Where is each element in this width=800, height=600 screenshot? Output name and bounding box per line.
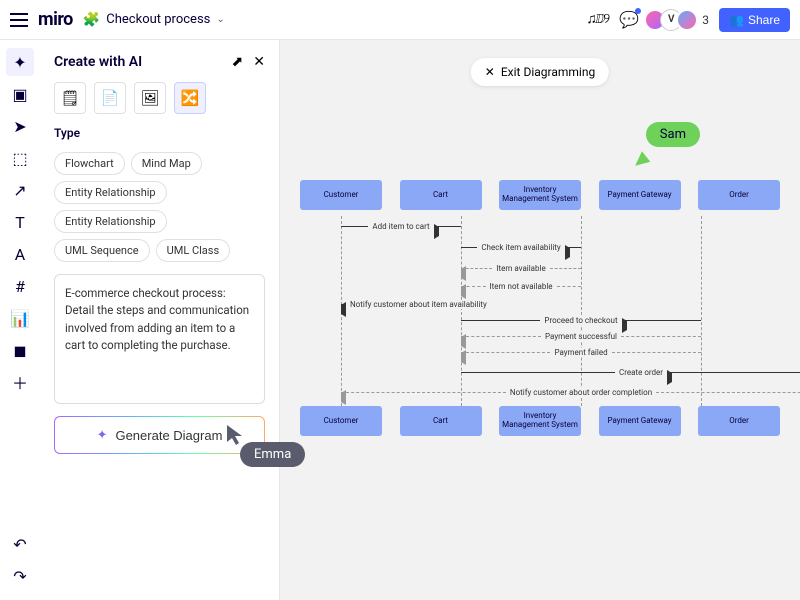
participant-node: Order [698, 406, 780, 436]
participant-label: Inventory Management System [499, 406, 581, 436]
collaborator-cursor-emma: Emma [226, 424, 244, 446]
message-arrow: Proceed to checkout [461, 316, 701, 325]
participant-node: Cart [400, 406, 482, 436]
ai-sparkle-tool[interactable]: ✦ [6, 48, 34, 76]
templates-tool[interactable]: ▣ [6, 80, 34, 108]
presence-count: 3 [702, 13, 709, 27]
panel-title: Create with AI [54, 54, 142, 70]
apps-tool[interactable]: ◼ [6, 336, 34, 364]
mode-doc[interactable]: 📄 [94, 82, 126, 114]
participant-label: Customer [300, 180, 382, 210]
participant-label: Order [698, 406, 780, 436]
miro-logo: miro [38, 9, 73, 30]
close-icon: ✕ [485, 65, 495, 79]
chart-tool[interactable]: 📊 [6, 304, 34, 332]
participant-label: Inventory Management System [499, 180, 581, 210]
cursor-pointer-icon [635, 151, 653, 171]
menu-icon[interactable] [10, 13, 28, 27]
mode-diagram[interactable]: 🔀 [174, 82, 206, 114]
participant-label: Cart [400, 180, 482, 210]
type-chips: Flowchart Mind Map Entity Relationship E… [54, 152, 265, 262]
frame-tool[interactable]: # [6, 272, 34, 300]
select-tool[interactable]: ➤ [6, 112, 34, 140]
participant-node: Cart [400, 180, 482, 212]
text-tool[interactable]: T [6, 208, 34, 236]
message-arrow: Notify customer about item availability [341, 300, 461, 309]
add-tool[interactable]: ＋ [6, 368, 34, 396]
line-tool[interactable]: ↗ [6, 176, 34, 204]
participant-label: Payment Gateway [599, 406, 681, 436]
mode-image[interactable]: 🖼 [134, 82, 166, 114]
mode-note[interactable]: 🗒 [54, 82, 86, 114]
board-name-dropdown[interactable]: 🧩 Checkout process ⌄ [83, 12, 225, 28]
avatar [676, 9, 698, 31]
create-with-ai-panel: Create with AI ⬈ ✕ 🗒 📄 🖼 🔀 Type Flowchar… [40, 40, 280, 600]
participant-node: Payment Gateway [599, 406, 681, 436]
board-name-text: Checkout process [106, 12, 210, 27]
message-arrow: Item not available [461, 282, 581, 291]
chip-flowchart[interactable]: Flowchart [54, 152, 125, 175]
share-icon: 👥 [729, 13, 744, 27]
canvas[interactable]: ✕ Exit Diagramming Sam Customer Cart Inven… [280, 40, 800, 600]
participant-label: Customer [300, 406, 382, 436]
notifications-icon[interactable]: 💬 [618, 9, 640, 31]
chevron-down-icon: ⌄ [216, 14, 224, 25]
collaborator-cursor-sam: Sam [646, 122, 700, 169]
participant-node: Inventory Management System [499, 180, 581, 212]
chip-entity-relationship-2[interactable]: Entity Relationship [54, 210, 167, 233]
message-arrow: Check item availability [461, 243, 581, 252]
exit-diagramming-button[interactable]: ✕ Exit Diagramming [471, 58, 609, 86]
prompt-input[interactable] [54, 274, 265, 404]
participant-label: Payment Gateway [599, 180, 681, 210]
undo-button[interactable]: ↶ [6, 530, 34, 558]
chip-mindmap[interactable]: Mind Map [131, 152, 202, 175]
shapes-tool[interactable]: ⬚ [6, 144, 34, 172]
message-arrow: Notify customer about order completion [341, 388, 800, 397]
participant-node: Customer [300, 180, 382, 212]
sequence-diagram: Customer Cart Inventory Management System P… [300, 180, 780, 436]
message-arrow: Item available [461, 264, 581, 273]
pen-tool[interactable]: A [6, 240, 34, 268]
lifeline [701, 216, 702, 406]
presence-avatars[interactable]: V 3 [650, 9, 709, 31]
participant-node: Customer [300, 406, 382, 436]
mode-selector: 🗒 📄 🖼 🔀 [54, 82, 265, 114]
top-bar: miro 🧩 Checkout process ⌄ ♫ⅅ୨ 💬 V 3 👥 Sh… [0, 0, 800, 40]
message-arrow: Add item to cart [341, 222, 461, 231]
lifeline [581, 216, 582, 406]
music-icon[interactable]: ♫ⅅ୨ [586, 12, 608, 28]
message-arrow: Create order [461, 368, 800, 377]
participant-node: Order [698, 180, 780, 212]
message-arrow: Payment successful [461, 332, 701, 341]
participant-label: Cart [400, 406, 482, 436]
chip-uml-sequence[interactable]: UML Sequence [54, 239, 150, 262]
redo-button[interactable]: ↷ [6, 562, 34, 590]
topbar-right: ♫ⅅ୨ 💬 V 3 👥 Share [586, 8, 790, 32]
expand-icon[interactable]: ⬈ [232, 54, 244, 70]
cursor-pointer-icon [226, 424, 244, 446]
chip-entity-relationship[interactable]: Entity Relationship [54, 181, 167, 204]
topbar-left: miro 🧩 Checkout process ⌄ [10, 9, 225, 30]
participant-node: Payment Gateway [599, 180, 681, 212]
board-emoji-icon: 🧩 [83, 12, 100, 28]
participant-node: Inventory Management System [499, 406, 581, 436]
chip-uml-class[interactable]: UML Class [156, 239, 231, 262]
sparkle-icon: ✦ [97, 427, 108, 443]
type-label: Type [54, 126, 265, 140]
share-button[interactable]: 👥 Share [719, 8, 790, 32]
left-toolbar: ✦ ▣ ➤ ⬚ ↗ T A # 📊 ◼ ＋ ↶ ↷ [0, 40, 40, 600]
message-arrow: Payment failed [461, 348, 701, 357]
participant-label: Order [698, 180, 780, 210]
close-icon[interactable]: ✕ [253, 54, 265, 70]
